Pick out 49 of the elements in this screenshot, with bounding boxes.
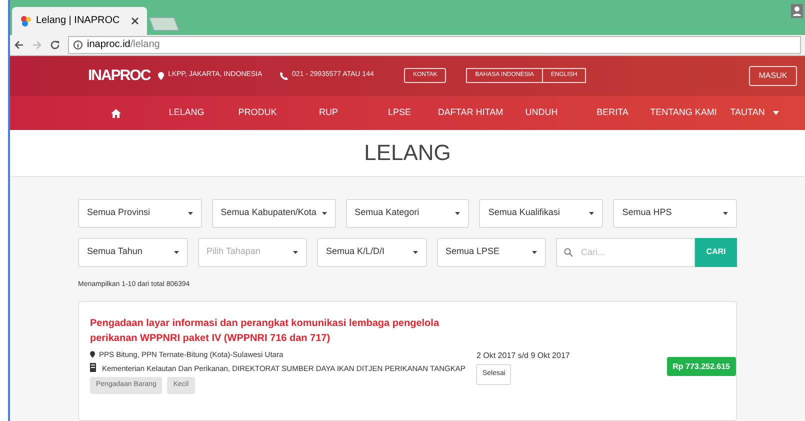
- dropdown-field[interactable]: Semua Provinsi: [78, 198, 202, 228]
- info-icon: [73, 40, 83, 50]
- caret-icon: [174, 250, 178, 254]
- caret-icon: [532, 250, 537, 254]
- nav-link[interactable]: PRODUK: [238, 106, 277, 120]
- caret-icon: [455, 212, 460, 214]
- tender-title-link[interactable]: Pengadaan layar informasi dan perangkat komunikasi lembaga pengelola perikanan WPPNRI paket IV (WPPNRI 716 dan 717): [90, 316, 466, 346]
- home-icon[interactable]: [110, 108, 120, 118]
- location-pin-icon: [158, 72, 164, 80]
- back-icon[interactable]: [14, 40, 24, 50]
- reload-icon[interactable]: [50, 40, 60, 50]
- user-icon[interactable]: [791, 4, 803, 18]
- tab-title: Lelang | INAPROC: [36, 14, 120, 28]
- caret-icon: [589, 212, 594, 214]
- page-title: LELANG: [364, 139, 451, 168]
- nav-link[interactable]: LPSE: [388, 106, 411, 120]
- nav-link[interactable]: UNDUH: [525, 106, 558, 120]
- nav-link[interactable]: DAFTAR HITAM: [438, 106, 504, 120]
- dropdown-field[interactable]: Semua LPSE: [436, 238, 546, 266]
- caret-icon: [722, 212, 728, 214]
- caret-icon: [293, 250, 298, 254]
- dropdown-field[interactable]: Semua Kategori: [346, 198, 470, 228]
- dropdown-field[interactable]: Semua HPS: [613, 198, 737, 228]
- nav-link[interactable]: LELANG: [168, 106, 204, 120]
- address-bar[interactable]: inaproc.id/lelang: [68, 36, 801, 54]
- location-pin-icon: [90, 351, 95, 358]
- nav-dropdown[interactable]: TAUTAN: [730, 106, 779, 120]
- dropdown-field[interactable]: Semua K/L/D/I: [317, 238, 426, 266]
- building-icon: [90, 363, 96, 372]
- dropdown-field[interactable]: Semua Kabupaten/Kota: [212, 198, 336, 228]
- price-badge: Rp 773.252.615: [666, 357, 736, 376]
- favicon-icon: [20, 14, 32, 27]
- nav-link[interactable]: RUP: [318, 106, 338, 120]
- date-range: 2 Okt 2017 s/d 9 Okt 2017: [476, 350, 570, 362]
- caret-icon: [322, 212, 327, 214]
- caret-icon: [772, 111, 779, 116]
- caret-icon: [188, 212, 193, 214]
- caret-icon: [412, 250, 418, 254]
- close-icon[interactable]: [131, 16, 139, 25]
- dropdown-field[interactable]: Semua Kualifikasi: [479, 198, 604, 228]
- login-button[interactable]: MASUK: [749, 66, 797, 86]
- dropdown-field[interactable]: Semua Tahun: [78, 238, 188, 266]
- search-icon: [564, 248, 573, 256]
- site-logo[interactable]: INAPROC: [88, 66, 158, 85]
- nav-link[interactable]: BERITA: [596, 106, 628, 120]
- search-field[interactable]: Cari...: [556, 238, 695, 266]
- phone-icon: [280, 72, 288, 80]
- nav-link[interactable]: TENTANG KAMI: [650, 106, 717, 120]
- browser-tab[interactable]: Lelang | INAPROC: [12, 6, 147, 35]
